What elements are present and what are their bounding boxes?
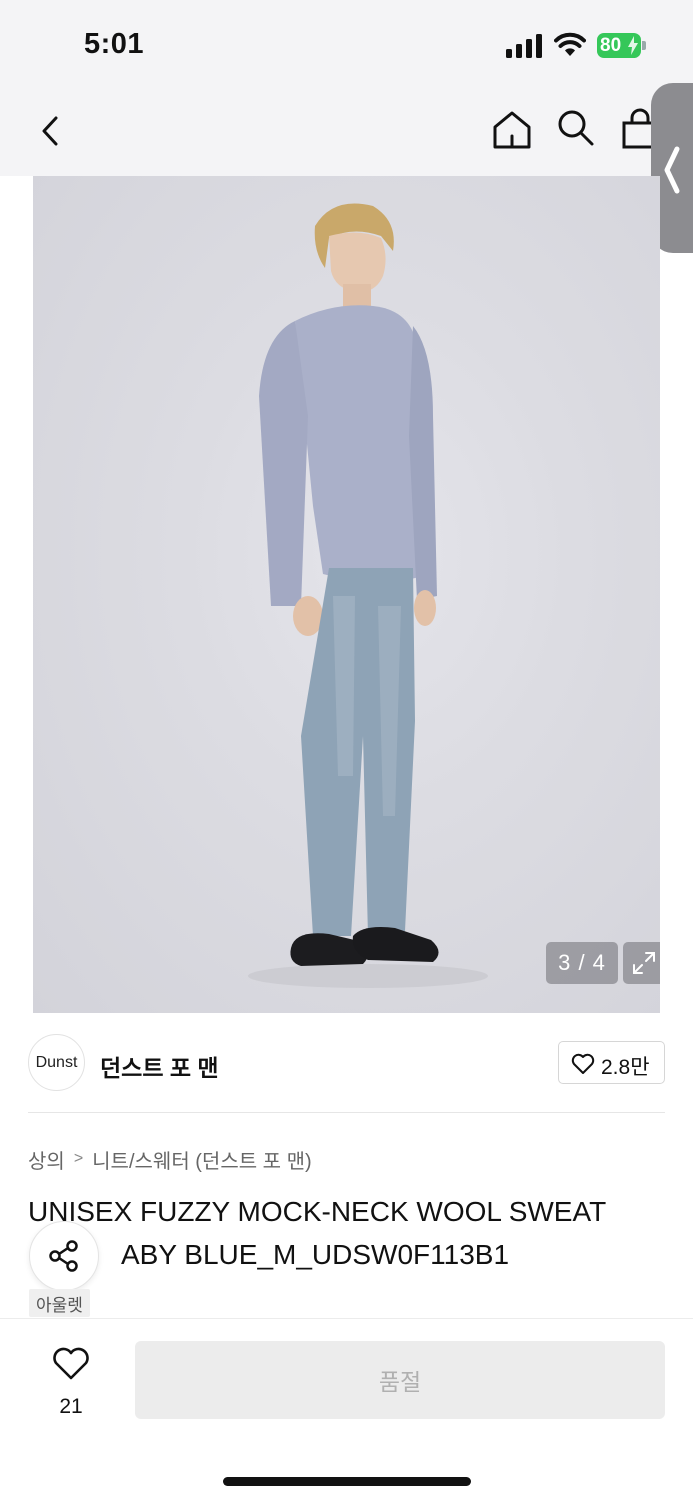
back-icon[interactable] [34,112,68,150]
sold-out-button[interactable]: 품절 [135,1341,665,1419]
product-photo [248,203,488,988]
product-title: UNISEX FUZZY MOCK-NECK WOOL SWEAT ABY BL… [28,1190,668,1276]
brand-name[interactable]: 던스트 포 맨 [100,1049,219,1083]
expand-image-button[interactable] [623,942,660,984]
brand-like-count: 2.8만 [601,1056,650,1079]
battery-cap [642,41,646,50]
home-indicator [223,1477,471,1486]
breadcrumb-item-subcategory[interactable]: 니트/스웨터 (던스트 포 맨) [92,1145,312,1174]
share-icon [49,1240,78,1272]
divider [28,1112,665,1113]
heart-icon [53,1347,89,1380]
wishlist-button[interactable]: 21 [50,1347,94,1427]
charging-bolt-icon [628,36,638,55]
home-icon[interactable] [490,108,534,152]
bottom-action-bar: 21 품절 [0,1318,693,1500]
status-time: 5:01 [84,28,145,60]
expand-icon [633,952,655,974]
search-icon[interactable] [556,108,596,148]
product-title-line2: ABY BLUE_M_UDSW0F113B1 [121,1239,510,1270]
battery-level: 80 [600,35,622,56]
product-image-carousel[interactable]: 3 / 4 [33,176,660,1013]
battery-indicator: 80 [597,33,647,58]
image-page-indicator: 3 / 4 [546,942,618,984]
chevron-right-icon: > [73,1150,84,1167]
brand-row: Dunst 던스트 포 맨 2.8만 [28,1034,665,1092]
cellular-signal-icon [506,34,542,58]
status-bar: 5:01 80 [0,0,693,90]
product-title-line1: UNISEX FUZZY MOCK-NECK WOOL SWEAT [28,1196,607,1227]
breadcrumb-item-category[interactable]: 상의 [28,1145,65,1174]
chevron-left-icon [664,146,680,194]
nav-bar [0,90,693,176]
heart-icon [571,1053,595,1074]
breadcrumb: 상의 > 니트/스웨터 (던스트 포 맨) [28,1145,312,1173]
share-button[interactable] [29,1221,99,1291]
wishlist-count: 21 [59,1395,83,1418]
outlet-tag: 아울렛 [29,1289,90,1317]
wifi-icon [554,32,586,56]
brand-like-button[interactable]: 2.8만 [558,1041,665,1084]
brand-logo[interactable]: Dunst [28,1034,85,1091]
